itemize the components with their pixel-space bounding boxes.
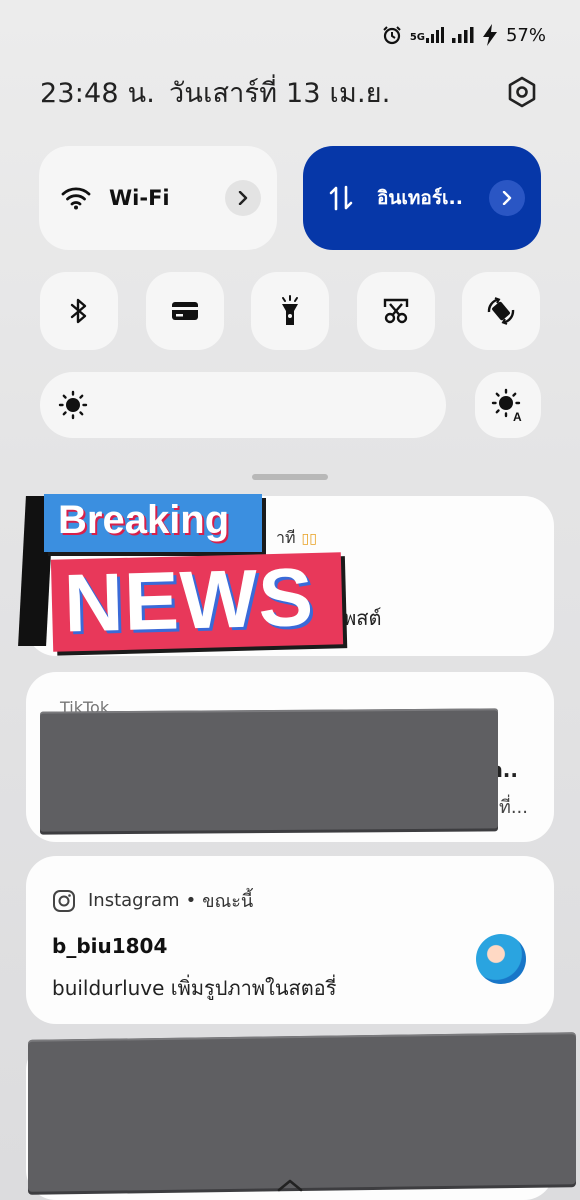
notification-time: ขณะนี้: [202, 891, 254, 912]
card-icon: [172, 302, 198, 320]
chevron-right-icon: [502, 191, 512, 205]
settings-button[interactable]: [504, 74, 540, 110]
notification-text: ที่...: [498, 797, 528, 818]
wifi-icon: [61, 187, 91, 210]
signal-5g-icon: 5G: [410, 27, 444, 43]
sticker-news-text: NEWS: [62, 551, 316, 650]
brightness-slider[interactable]: [40, 372, 446, 438]
sticker-breaking-box: Breaking: [44, 494, 262, 552]
svg-text:A: A: [513, 410, 522, 422]
panel-drag-handle[interactable]: [252, 474, 328, 480]
date[interactable]: วันเสาร์ที่ 13 เม.ย.: [169, 78, 391, 109]
chevron-right-icon: [238, 191, 248, 205]
settings-hex-icon: [508, 76, 536, 108]
mobile-data-tile[interactable]: อินเทอร์เ..: [303, 146, 541, 250]
notification-header: Instagram • ขณะนี้: [52, 886, 253, 915]
avatar: [476, 934, 526, 984]
rotate-icon: [487, 297, 515, 325]
sun-icon: [58, 390, 88, 420]
mobile-data-details-button[interactable]: [489, 180, 525, 216]
bluetooth-toggle[interactable]: [40, 272, 118, 350]
signal-icon: [451, 27, 474, 43]
instagram-notification[interactable]: Instagram • ขณะนี้ b_biu1804 buildurluve…: [26, 856, 554, 1024]
instagram-icon: [53, 889, 75, 912]
redaction-block: [28, 1032, 576, 1192]
auto-brightness-toggle[interactable]: A: [475, 372, 541, 438]
wifi-label: Wi-Fi: [109, 186, 170, 210]
wifi-tile[interactable]: Wi-Fi: [39, 146, 277, 250]
separator-dot: •: [185, 890, 197, 911]
quick-panel-header: 23:48 น. วันเสาร์ที่ 13 เม.ย.: [40, 72, 540, 112]
alarm-icon: [383, 26, 401, 45]
mobile-data-label: อินเทอร์เ..: [377, 187, 463, 209]
sticker-news-box: NEWS: [50, 551, 344, 652]
notification-title: b_biu1804: [52, 934, 168, 958]
quick-toggles-row: [40, 272, 540, 350]
status-bar: 5G 57%: [382, 20, 546, 50]
screenshot-toggle[interactable]: [357, 272, 435, 350]
battery-percent: 57%: [505, 24, 546, 46]
flashlight-icon: [282, 295, 298, 325]
card-toggle[interactable]: [146, 272, 224, 350]
data-arrows-icon: [329, 185, 353, 211]
flashlight-toggle[interactable]: [251, 272, 329, 350]
notification-app-name: Instagram: [88, 890, 180, 911]
redaction-block: [40, 708, 498, 832]
scissors-icon: [383, 298, 409, 324]
notification-text: buildurluve เพิ่มรูปภาพในสตอรี่: [52, 976, 337, 1000]
auto-rotate-toggle[interactable]: [462, 272, 540, 350]
clock[interactable]: 23:48 น.: [40, 78, 155, 109]
breaking-news-sticker: Breaking NEWS: [18, 492, 344, 654]
network-type-label: 5G: [409, 32, 425, 43]
sticker-breaking-text: Breaking: [58, 498, 230, 542]
chevron-up-icon[interactable]: [276, 1178, 304, 1192]
wifi-details-button[interactable]: [225, 180, 261, 216]
charging-icon: [482, 24, 497, 46]
sun-auto-icon: A: [491, 388, 522, 422]
bluetooth-icon: [70, 298, 87, 324]
date-time[interactable]: 23:48 น. วันเสาร์ที่ 13 เม.ย.: [40, 71, 391, 114]
